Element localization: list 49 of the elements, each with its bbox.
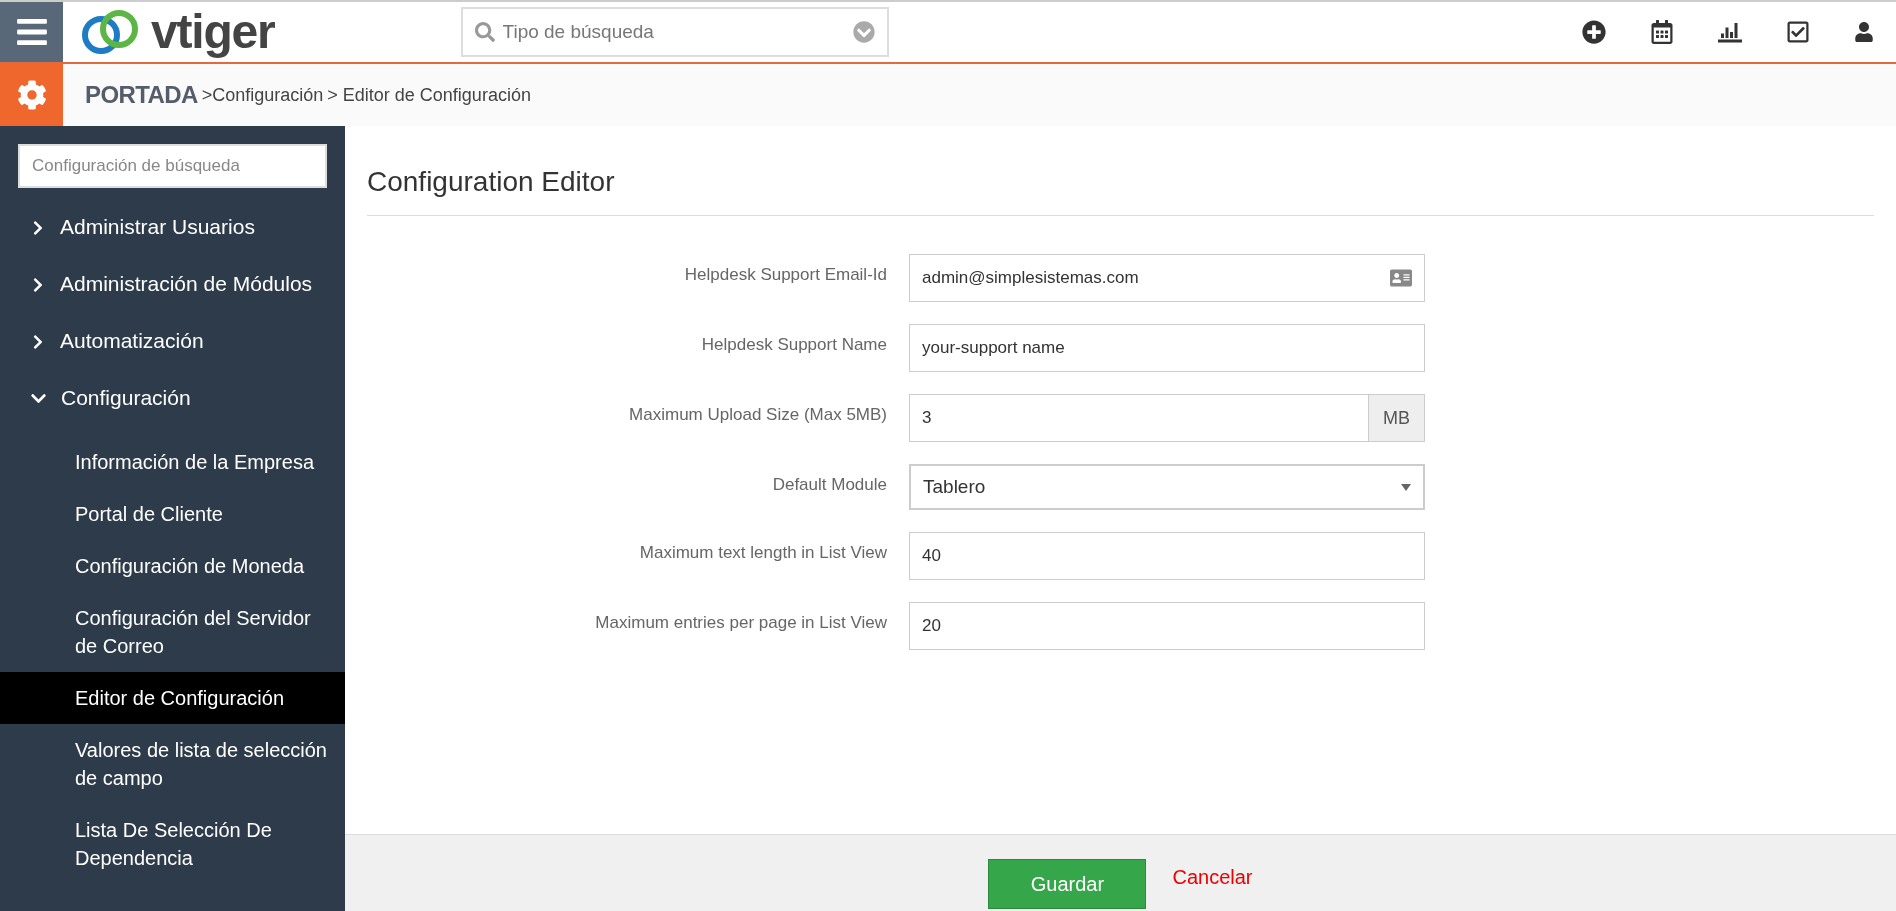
input-field[interactable]: 20 bbox=[909, 602, 1425, 650]
contact-card-icon bbox=[1390, 267, 1412, 289]
breadcrumb-item[interactable]: > Editor de Configuración bbox=[327, 81, 531, 109]
sidebar-search-field[interactable]: Configuración de búsqueda bbox=[18, 144, 327, 188]
menu-button[interactable] bbox=[0, 2, 63, 62]
dropdown-icon bbox=[852, 21, 875, 43]
field-label: Default Module bbox=[771, 474, 887, 496]
sidebar-section[interactable]: Administrar Usuarios bbox=[0, 198, 345, 255]
sidebar-section[interactable]: Administración de Módulos bbox=[0, 255, 345, 312]
add-button[interactable] bbox=[1582, 20, 1606, 44]
sidebar-item[interactable]: Configuración de Moneda bbox=[0, 540, 345, 592]
sidebar-item[interactable]: Valores de lista de selección de campo bbox=[0, 724, 345, 804]
sidebar-item[interactable]: Configuración del Servidor de Correo bbox=[0, 592, 345, 672]
field-label: Maximum Upload Size (Max 5MB) bbox=[628, 404, 887, 426]
breadcrumb-item[interactable]: >Configuración bbox=[201, 81, 324, 109]
caret-icon bbox=[1401, 483, 1411, 491]
tasks-button[interactable] bbox=[1786, 20, 1810, 44]
search-bar[interactable]: Tipo de búsqueda bbox=[460, 7, 889, 57]
reports-button[interactable] bbox=[1718, 20, 1742, 44]
user-button[interactable] bbox=[1854, 22, 1874, 42]
sidebar-section[interactable]: Automatización bbox=[0, 312, 345, 369]
logo: vtiger bbox=[75, 8, 275, 56]
search-field[interactable]: Tipo de búsqueda bbox=[502, 17, 845, 47]
field-label: Maximum entries per page in List View bbox=[594, 612, 887, 634]
field-label: Helpdesk Support Email-Id bbox=[683, 264, 887, 286]
bar-chart-icon bbox=[1718, 20, 1742, 44]
calendar-button[interactable] bbox=[1650, 20, 1674, 44]
unit-addon: MB bbox=[1369, 394, 1425, 442]
field-label: Helpdesk Support Name bbox=[700, 334, 887, 356]
sidebar-item[interactable]: Información de la Empresa bbox=[0, 436, 345, 488]
sidebar-item[interactable]: Editor de Configuración bbox=[0, 672, 345, 724]
settings-button[interactable] bbox=[0, 64, 63, 126]
calendar-icon bbox=[1650, 20, 1674, 44]
settings-icon bbox=[16, 80, 47, 110]
sidebar-item[interactable]: Lista De Selección De Dependencia bbox=[0, 804, 345, 884]
plus-icon bbox=[1582, 20, 1606, 44]
cancel-link[interactable]: Cancelar bbox=[1172, 859, 1253, 909]
sidebar-item[interactable]: Portal de Cliente bbox=[0, 488, 345, 540]
home-link[interactable]: PORTADA bbox=[85, 77, 198, 113]
field-label: Maximum text length in List View bbox=[638, 542, 887, 564]
user-icon bbox=[1854, 22, 1874, 42]
page-title: Configuration Editor bbox=[367, 161, 1874, 216]
input-field[interactable]: 40 bbox=[909, 532, 1425, 580]
input-field[interactable]: 3 bbox=[909, 394, 1369, 442]
module-dropdown[interactable]: Tablero bbox=[909, 464, 1425, 510]
search-icon bbox=[474, 22, 495, 42]
checkbox-icon bbox=[1786, 20, 1810, 44]
sidebar-section[interactable]: Configuración bbox=[0, 369, 345, 426]
input-field[interactable]: your-support name bbox=[909, 324, 1425, 372]
